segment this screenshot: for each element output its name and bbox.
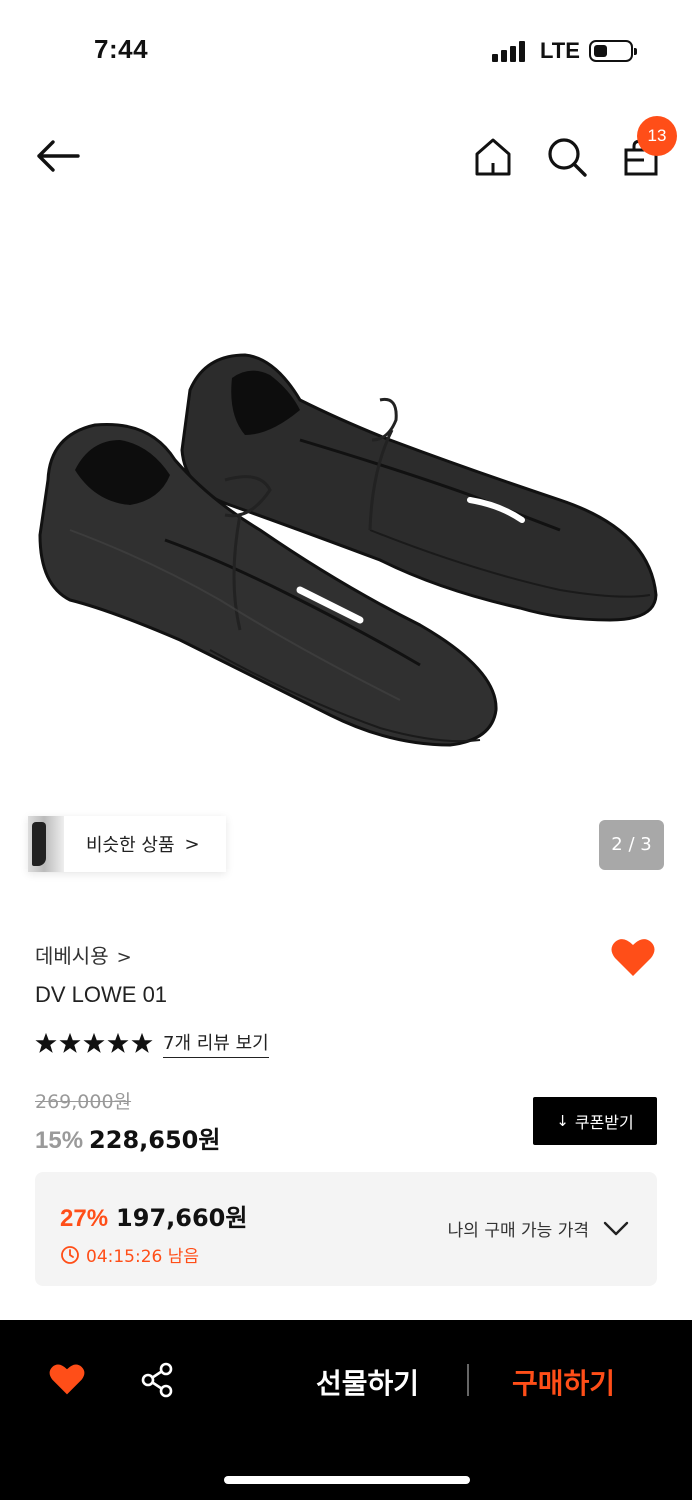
search-button[interactable] <box>546 136 588 178</box>
home-button[interactable] <box>472 136 514 178</box>
best-price-panel[interactable]: 27% 197,660원 04:15:26 남음 나의 구매 가능 가격 <box>35 1172 657 1286</box>
similar-products-label: 비슷한 상품 <box>86 835 175 856</box>
status-bar: 7:44 LTE <box>0 0 692 100</box>
like-button[interactable] <box>610 936 656 978</box>
discount-percent: 15% <box>35 1127 84 1154</box>
brand-link[interactable]: 데베시용 > <box>35 940 132 969</box>
arrow-left-icon <box>37 140 80 172</box>
chevron-right-icon: > <box>184 833 200 855</box>
rating-row: 7개 리뷰 보기 <box>35 1028 269 1058</box>
share-icon <box>141 1362 173 1398</box>
my-price-toggle[interactable]: 나의 구매 가능 가격 <box>448 1216 629 1241</box>
heart-icon <box>49 1364 85 1395</box>
review-link[interactable]: 7개 리뷰 보기 <box>163 1029 269 1058</box>
buy-button[interactable]: 구매하기 <box>512 1362 615 1402</box>
product-name: DV LOWE 01 <box>35 982 168 1007</box>
chevron-down-icon <box>603 1221 629 1235</box>
share-button[interactable] <box>140 1362 174 1398</box>
star-icon <box>107 1032 129 1053</box>
search-icon <box>548 138 587 177</box>
countdown-timer: 04:15:26 남음 <box>86 1247 200 1267</box>
best-price: 197,660원 <box>116 1204 248 1232</box>
similar-products-button[interactable]: 비슷한 상품 > <box>28 816 226 872</box>
sale-price-row: 15% 228,650원 <box>35 1120 220 1155</box>
star-icon <box>131 1032 153 1053</box>
back-button[interactable] <box>34 138 80 174</box>
best-price-row: 27% 197,660원 <box>60 1198 247 1233</box>
brand-name: 데베시용 <box>35 944 109 968</box>
best-discount-percent: 27% <box>60 1205 109 1232</box>
star-icon <box>83 1032 105 1053</box>
star-icon <box>35 1032 57 1053</box>
download-icon: ↓ <box>556 1112 569 1130</box>
product-image[interactable] <box>0 200 692 892</box>
my-price-label: 나의 구매 가능 가격 <box>447 1221 589 1241</box>
sale-price: 228,650원 <box>89 1126 221 1154</box>
original-price: 269,000원 <box>35 1091 132 1113</box>
status-time: 7:44 <box>94 34 149 64</box>
cart-count-badge: 13 <box>637 116 677 156</box>
clock-icon <box>61 1245 79 1264</box>
similar-product-thumbnail <box>28 816 64 872</box>
gift-button[interactable]: 선물하기 <box>316 1362 419 1402</box>
divider <box>467 1364 469 1396</box>
timer-row: 04:15:26 남음 <box>60 1242 199 1267</box>
star-icon <box>59 1032 81 1053</box>
home-icon <box>475 138 511 176</box>
image-page-indicator: 2 / 3 <box>599 820 664 870</box>
bottom-like-button[interactable] <box>48 1362 86 1396</box>
home-indicator <box>224 1476 470 1484</box>
chevron-right-icon: > <box>116 947 132 968</box>
heart-icon <box>611 939 655 976</box>
top-nav <box>0 110 692 200</box>
signal-icon <box>492 40 530 62</box>
network-type: LTE <box>540 38 580 63</box>
battery-icon <box>589 40 637 62</box>
bottom-action-bar: 선물하기 구매하기 <box>0 1320 692 1500</box>
coupon-button[interactable]: ↓ 쿠폰받기 <box>533 1097 657 1145</box>
coupon-label: 쿠폰받기 <box>574 1113 634 1132</box>
